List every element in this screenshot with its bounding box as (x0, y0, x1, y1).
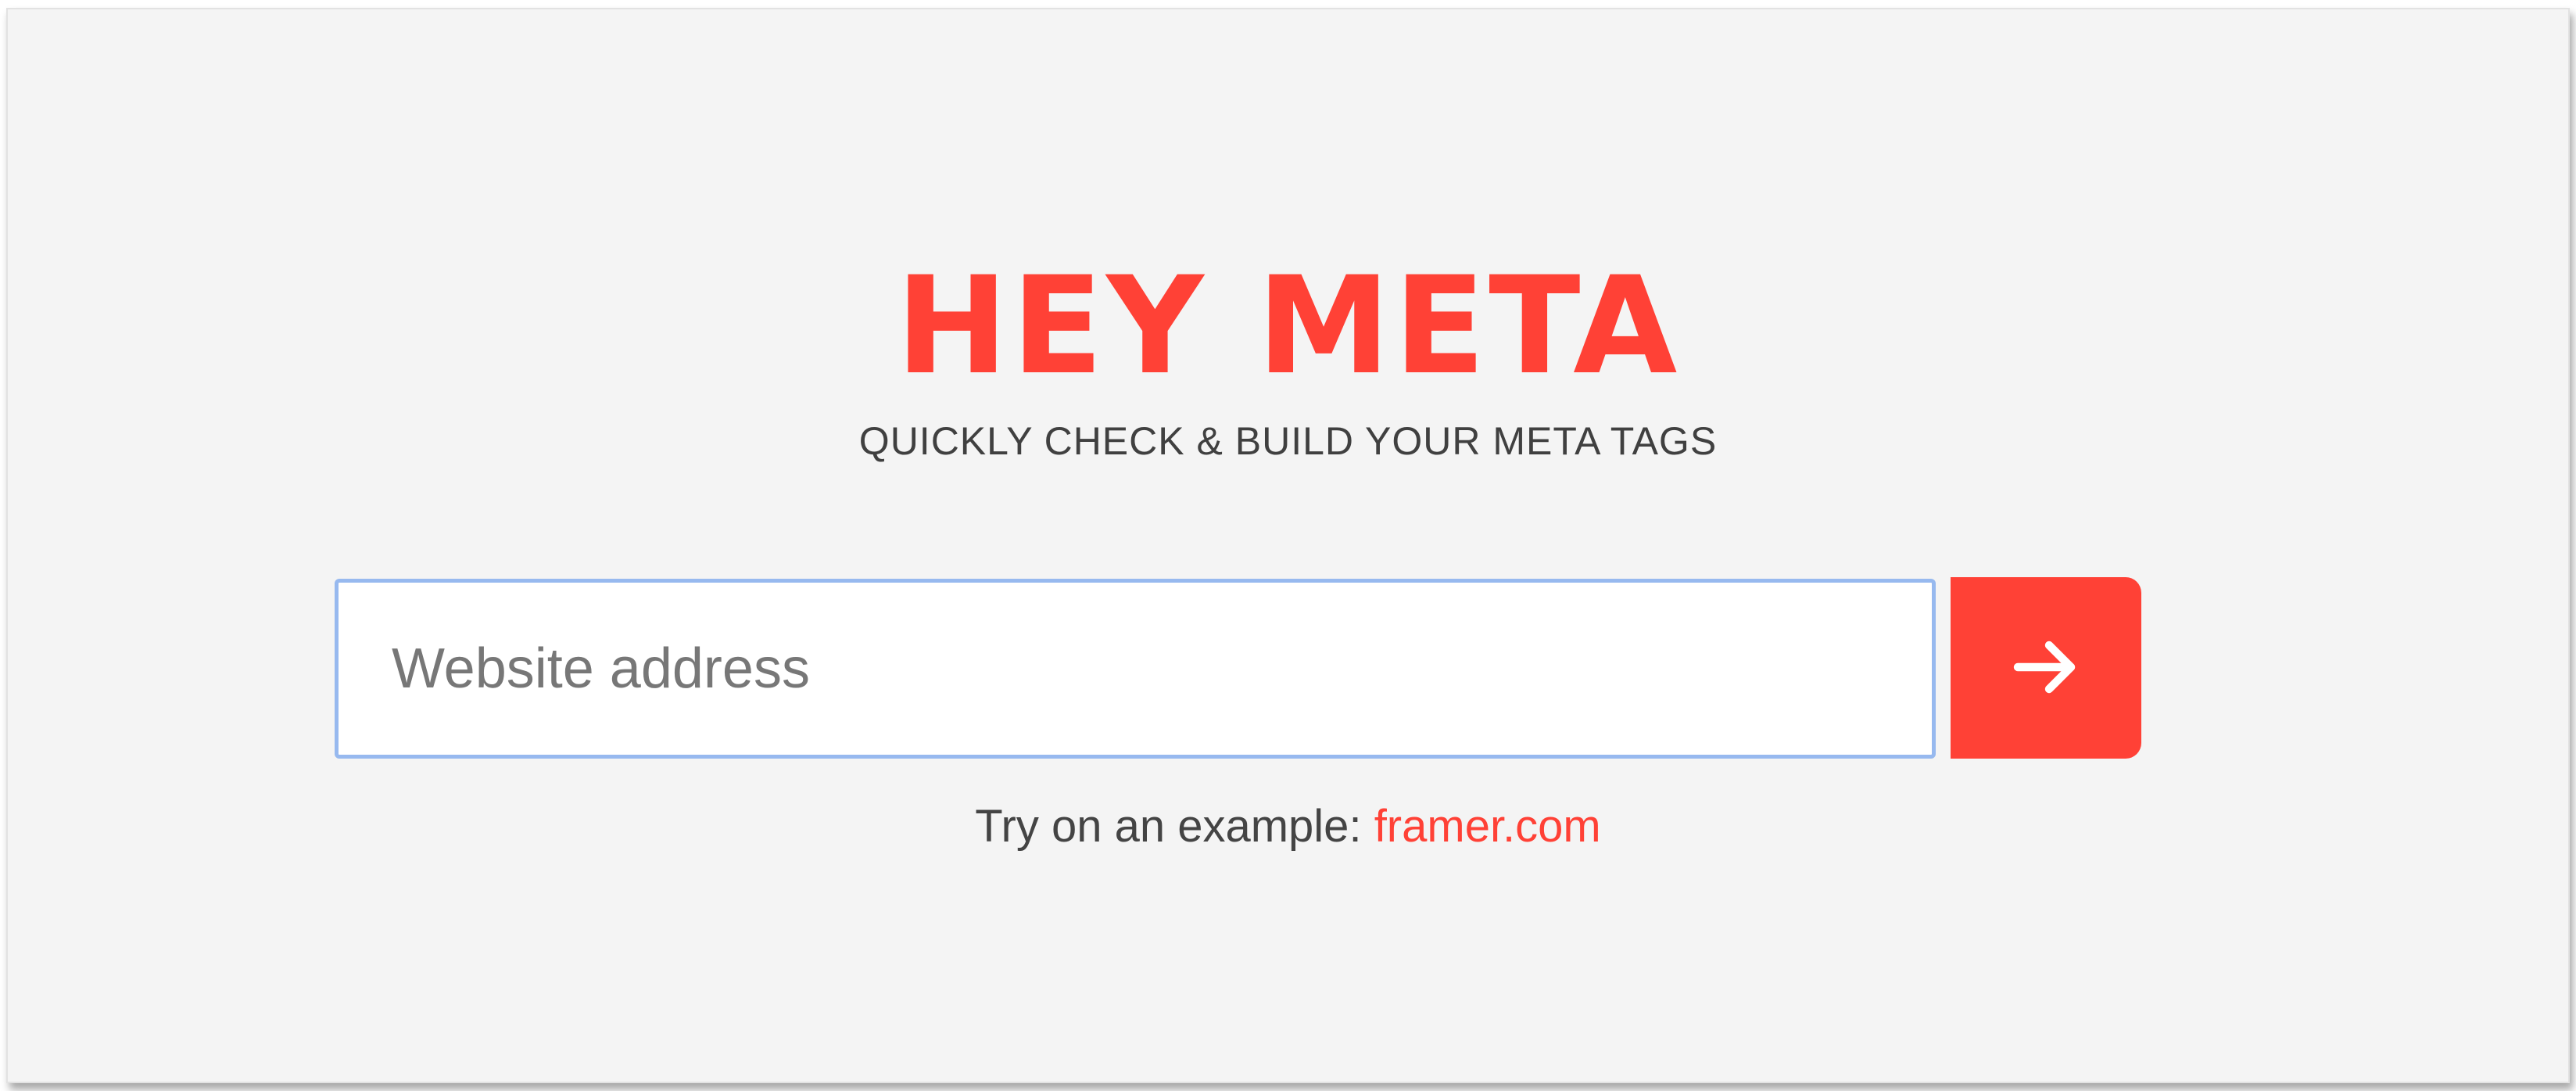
submit-button[interactable] (1951, 577, 2141, 759)
example-link[interactable]: framer.com (1374, 801, 1601, 852)
arrow-right-icon (2008, 630, 2083, 707)
example-row: Try on an example: framer.com (8, 799, 2568, 854)
example-prompt: Try on an example: (975, 801, 1362, 852)
tagline: QUICKLY CHECK & BUILD YOUR META TAGS (858, 419, 1718, 463)
website-address-input[interactable] (335, 579, 1936, 759)
app-window: HEY META QUICKLY CHECK & BUILD YOUR META… (6, 8, 2570, 1083)
logo: HEY META (895, 247, 1681, 404)
